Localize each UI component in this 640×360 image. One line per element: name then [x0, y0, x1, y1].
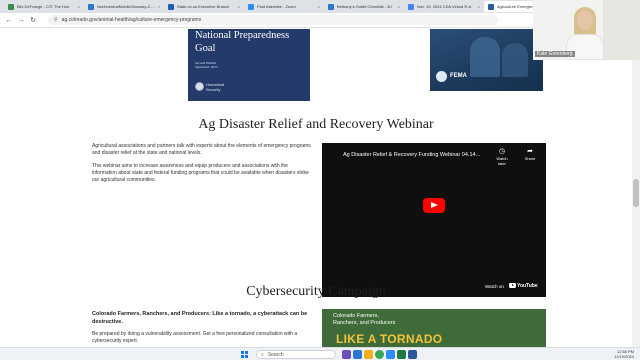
cyber-lead: Colorado Farmers, Ranchers, and Producer… [92, 311, 308, 325]
participant-name: Kate Greenberg [535, 51, 575, 57]
zoom-icon[interactable] [386, 350, 395, 359]
tab-close-icon[interactable]: × [158, 4, 160, 9]
tab-close-icon[interactable]: × [78, 4, 80, 9]
reload-icon[interactable]: ↻ [28, 15, 38, 25]
tab-favicon-icon [168, 3, 174, 10]
cyber-description: Be prepared by doing a vulnerability ass… [92, 331, 298, 344]
browser-tab[interactable]: NorthcentralMobileGlossary-2-22 × [84, 1, 164, 12]
scrollbar-thumb[interactable] [633, 179, 639, 207]
clock-icon: ◷ [498, 148, 506, 155]
tab-close-icon[interactable]: × [318, 4, 320, 9]
excel-icon[interactable] [397, 350, 406, 359]
outlook-icon[interactable] [353, 350, 362, 359]
tab-favicon-icon [8, 3, 14, 10]
address-bar[interactable]: ⚲ ag.colorado.gov/animal-health/ag/cultu… [48, 15, 498, 25]
browser-tab[interactable]: Bethany's Outlet Checklist - 40 × [324, 1, 404, 12]
fema-wordmark: FEMA [450, 73, 467, 79]
fema-seal-icon [436, 71, 447, 82]
tab-close-icon[interactable]: × [398, 4, 400, 9]
browser-tab[interactable]: State.co.us Executive Branch × [164, 1, 244, 12]
tab-label: NorthcentralMobileGlossary-2-22 [97, 4, 156, 9]
watch-later-button[interactable]: ◷ Watch later [492, 148, 512, 166]
windows-start-icon[interactable] [241, 351, 248, 358]
play-button-icon[interactable] [423, 198, 445, 213]
chrome-icon[interactable] [375, 350, 384, 359]
taskbar-search[interactable]: ⌕ Search [256, 350, 336, 359]
share-button[interactable]: ➦ Share [520, 148, 540, 161]
page-scrollbar[interactable] [632, 29, 640, 347]
tab-label: State.co.us Executive Branch [177, 4, 230, 9]
tab-label: Post Attendee - Zoom [257, 4, 296, 9]
back-icon[interactable]: ← [4, 15, 14, 25]
banner-edition: Second Edition September 2015 [195, 61, 218, 69]
taskbar-clock[interactable]: 12:58 PM 11/19/2024 [606, 349, 634, 359]
page-viewport: National Preparedness Goal Second Editio… [0, 29, 632, 347]
tab-favicon-icon [248, 3, 254, 10]
cyber-heading: Cybersecurity Campaign [246, 284, 386, 299]
tab-favicon-icon [488, 3, 494, 10]
tab-label: Bethany's Outlet Checklist - 40 [337, 4, 392, 9]
tab-label: Nov. 19, 2024 CDA Virtual R-A [417, 4, 472, 9]
tab-favicon-icon [408, 3, 414, 10]
preparedness-goal-image: National Preparedness Goal Second Editio… [188, 29, 310, 101]
banner-title: National Preparedness Goal [195, 30, 290, 54]
homeland-security-wordmark: Homeland Security [206, 82, 225, 92]
webinar-aims: This webinar aims to increase awareness … [92, 163, 309, 183]
tab-favicon-icon [88, 3, 94, 10]
browser-tab[interactable]: Blix DeFrange - CIT: The Hon × [4, 1, 84, 12]
address-url: ag.colorado.gov/animal-health/ag/culture… [61, 17, 202, 23]
tab-label: Blix DeFrange - CIT: The Hon [17, 4, 70, 9]
cyber-image-headline: LIKE A TORNADO [336, 332, 443, 346]
video-title[interactable]: Ag Disaster Relief & Recovery Funding We… [343, 152, 480, 158]
webinar-heading: Ag Disaster Relief and Recovery Webinar [198, 117, 434, 132]
file-explorer-icon[interactable] [364, 350, 373, 359]
cyber-image-caption: Colorado Farmers, Ranchers, and Producer… [333, 313, 396, 326]
share-icon: ➦ [527, 148, 533, 155]
teams-icon[interactable] [342, 350, 351, 359]
tab-favicon-icon [328, 3, 334, 10]
site-info-icon[interactable]: ⚲ [54, 17, 58, 23]
search-icon: ⌕ [261, 351, 264, 358]
forward-icon[interactable]: → [16, 15, 26, 25]
dhs-seal-icon [195, 82, 204, 91]
webcam-overlay: Kate Greenberg [533, 0, 640, 60]
cyber-campaign-image: Colorado Farmers, Ranchers, and Producer… [322, 309, 546, 347]
word-icon[interactable] [408, 350, 417, 359]
webinar-description: Agricultural associations and partners t… [92, 143, 311, 156]
tab-close-icon[interactable]: × [238, 4, 240, 9]
taskbar: ⌕ Search 12:58 PM 11/19/2024 [0, 347, 640, 360]
tab-close-icon[interactable]: × [478, 4, 480, 9]
fema-image: FEMA [430, 29, 543, 91]
webinar-video-player[interactable]: Ag Disaster Relief & Recovery Funding We… [322, 143, 546, 297]
browser-tab[interactable]: Nov. 19, 2024 CDA Virtual R-A × [404, 1, 484, 12]
browser-tab[interactable]: Post Attendee - Zoom × [244, 1, 324, 12]
